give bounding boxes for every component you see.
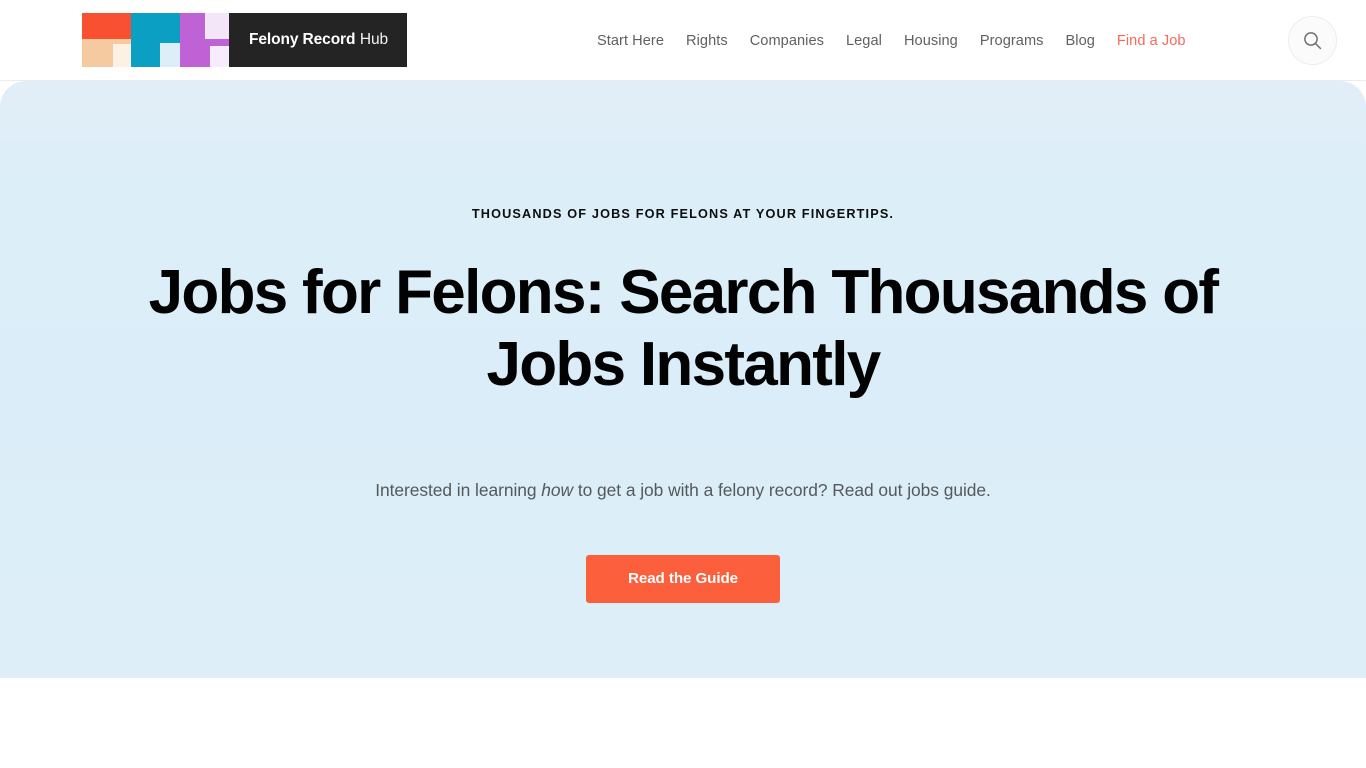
search-icon	[1304, 32, 1322, 50]
page-body-below-hero	[0, 678, 1366, 768]
brand-name-strong: Felony Record	[249, 31, 356, 48]
main-navigation: Start Here Rights Companies Legal Housin…	[586, 0, 1197, 81]
read-the-guide-button[interactable]: Read the Guide	[586, 554, 780, 603]
nav-item-housing[interactable]: Housing	[893, 33, 969, 49]
brand-logo[interactable]: Felony Record Hub	[82, 13, 408, 67]
hero-subtitle-emphasis: how	[541, 479, 574, 500]
nav-item-rights[interactable]: Rights	[675, 33, 739, 49]
hero-subtitle: Interested in learning how to get a job …	[113, 477, 1253, 503]
logo-tile-h-icon	[180, 13, 229, 67]
hero-subtitle-part1: Interested in learning	[375, 479, 542, 500]
brand-name-light: Hub	[359, 31, 389, 48]
site-header: Felony Record Hub Start Here Rights Comp…	[0, 0, 1366, 81]
logo-mark-icon	[82, 13, 229, 67]
page-title: Jobs for Felons: Search Thousands of Job…	[148, 257, 1219, 399]
nav-item-blog[interactable]: Blog	[1055, 33, 1106, 49]
nav-item-start-here[interactable]: Start Here	[586, 33, 675, 49]
hero-section: THOUSANDS OF JOBS FOR FELONS AT YOUR FIN…	[0, 81, 1366, 678]
hero-subtitle-part2: to get a job with a felony record? Read …	[573, 479, 991, 500]
nav-item-find-a-job[interactable]: Find a Job	[1106, 33, 1197, 49]
nav-item-programs[interactable]: Programs	[969, 33, 1055, 49]
nav-item-companies[interactable]: Companies	[739, 33, 835, 49]
hero-content: THOUSANDS OF JOBS FOR FELONS AT YOUR FIN…	[113, 208, 1253, 603]
nav-item-legal[interactable]: Legal	[835, 33, 893, 49]
hero-eyebrow: THOUSANDS OF JOBS FOR FELONS AT YOUR FIN…	[471, 207, 895, 221]
brand-name: Felony Record Hub	[229, 13, 408, 67]
logo-tile-f-icon	[82, 13, 131, 67]
logo-tile-r-icon	[131, 13, 180, 67]
search-button[interactable]	[1288, 16, 1337, 65]
